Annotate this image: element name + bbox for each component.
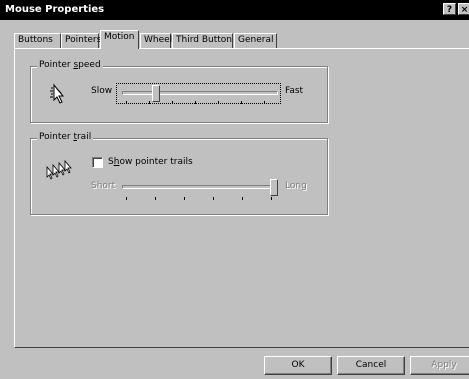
close-button[interactable]: × — [458, 3, 469, 15]
apply-button[interactable]: Apply — [410, 356, 469, 375]
short-label: Short — [91, 181, 116, 191]
pointer-trail-thumb[interactable] — [270, 179, 278, 196]
slider-tick — [155, 197, 156, 200]
slider-tick — [195, 101, 196, 104]
show-pointer-trails-label[interactable]: Show pointer trails — [108, 157, 193, 167]
show-pointer-trails-checkbox[interactable] — [92, 157, 103, 168]
pointer-speed-track — [122, 91, 278, 95]
slider-tick — [149, 101, 150, 104]
slider-tick — [172, 101, 173, 104]
ok-button[interactable]: OK — [264, 356, 332, 375]
slider-tick — [126, 101, 127, 104]
slider-tick — [126, 197, 127, 200]
cancel-button[interactable]: Cancel — [337, 356, 405, 375]
tab-general[interactable]: General — [234, 33, 277, 48]
tab-motion[interactable]: Motion — [100, 30, 139, 49]
pointer-speed-icon — [50, 83, 65, 104]
slider-tick — [184, 197, 185, 200]
tab-wheel[interactable]: Wheel — [140, 33, 172, 48]
pointer-trail-legend: Pointer trail — [37, 132, 94, 142]
slider-tick — [242, 197, 243, 200]
slider-tick — [213, 197, 214, 200]
pointer-trail-icon — [46, 159, 72, 180]
fast-label: Fast — [285, 86, 304, 96]
tab-pointers[interactable]: Pointers — [61, 33, 101, 48]
slow-label: Slow — [91, 86, 113, 96]
slider-tick — [271, 197, 272, 200]
title-bar: Mouse Properties ? × — [0, 0, 469, 20]
window-title: Mouse Properties — [5, 4, 105, 15]
slider-tick — [264, 101, 265, 104]
help-button[interactable]: ? — [443, 3, 456, 15]
long-label: Long — [285, 181, 307, 191]
slider-tick — [241, 101, 242, 104]
tab-buttons[interactable]: Buttons — [14, 33, 61, 48]
pointer-speed-thumb[interactable] — [152, 85, 160, 102]
pointer-speed-legend: Pointer speed — [37, 60, 103, 70]
pointer-trail-track — [122, 185, 278, 189]
slider-tick — [218, 101, 219, 104]
tab-third-button[interactable]: Third Button — [172, 33, 233, 48]
